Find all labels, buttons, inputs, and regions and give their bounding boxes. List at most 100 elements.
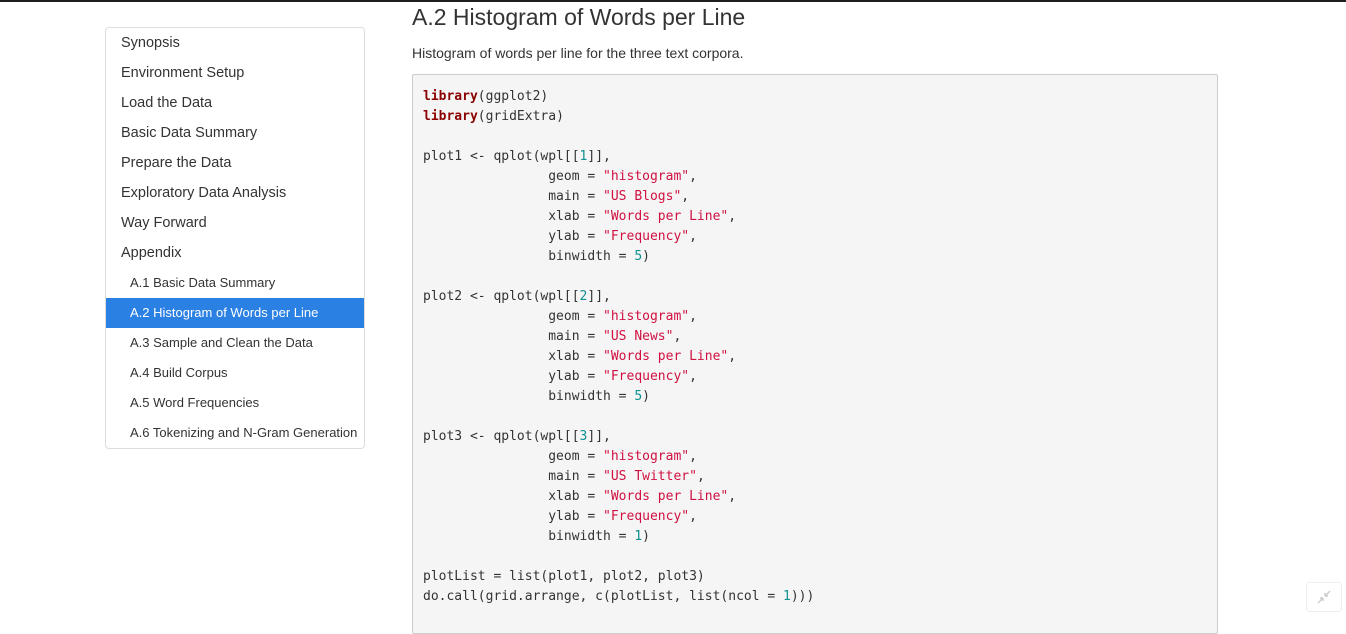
code-token: (ggplot2) xyxy=(477,89,549,104)
code-token: xlab = xyxy=(423,349,604,364)
code-token: plot2 <- qplot(wpl[[ xyxy=(423,289,580,304)
toc-item-a-6-tokenizing-and-n-gram-generation[interactable]: A.6 Tokenizing and N-Gram Generation xyxy=(106,418,364,448)
toc-item-a-1-basic-data-summary[interactable]: A.1 Basic Data Summary xyxy=(106,268,364,298)
toc-item-load-the-data[interactable]: Load the Data xyxy=(106,88,364,118)
code-token: "Frequency" xyxy=(603,509,690,524)
code-token: binwidth = xyxy=(423,249,635,264)
code-line: library(gridExtra) xyxy=(423,107,1207,127)
code-token: , xyxy=(689,369,697,384)
code-line: binwidth = 5) xyxy=(423,247,1207,267)
code-token: xlab = xyxy=(423,209,604,224)
code-token: library xyxy=(423,89,478,104)
code-line: plot1 <- qplot(wpl[[1]], xyxy=(423,147,1207,167)
code-line: main = "US Twitter", xyxy=(423,467,1207,487)
code-token: 1 xyxy=(783,589,791,604)
code-line: library(ggplot2) xyxy=(423,87,1207,107)
code-token: ]], xyxy=(587,289,611,304)
code-token: "Frequency" xyxy=(603,369,690,384)
code-line: ylab = "Frequency", xyxy=(423,227,1207,247)
code-token: , xyxy=(681,189,690,204)
top-bar xyxy=(0,0,1346,2)
toc-item-exploratory-data-analysis[interactable]: Exploratory Data Analysis xyxy=(106,178,364,208)
code-token: main = xyxy=(423,329,604,344)
code-line: do.call(grid.arrange, c(plotList, list(n… xyxy=(423,587,1207,607)
code-line: plot3 <- qplot(wpl[[3]], xyxy=(423,427,1207,447)
code-block: library(ggplot2) library(gridExtra) plot1 … xyxy=(412,74,1218,634)
toc-item-appendix[interactable]: Appendix xyxy=(106,238,364,268)
code-token: geom = xyxy=(423,169,604,184)
code-token: "US News" xyxy=(603,329,674,344)
code-token: ylab = xyxy=(423,509,604,524)
code-token: ]], xyxy=(587,429,611,444)
code-line: geom = "histogram", xyxy=(423,447,1207,467)
toc-item-a-2-histogram-of-words-per-line[interactable]: A.2 Histogram of Words per Line xyxy=(106,298,364,328)
code-token: main = xyxy=(423,189,604,204)
code-line: plot2 <- qplot(wpl[[2]], xyxy=(423,287,1207,307)
code-token: xlab = xyxy=(423,489,604,504)
code-token: "US Blogs" xyxy=(603,189,682,204)
code-token: , xyxy=(689,509,697,524)
section-description: Histogram of words per line for the thre… xyxy=(412,45,744,61)
code-token: do.call(grid.arrange, c(plotList, list(n… xyxy=(423,589,784,604)
code-token: "Words per Line" xyxy=(603,489,729,504)
code-line: main = "US Blogs", xyxy=(423,187,1207,207)
code-token: main = xyxy=(423,469,604,484)
toc-item-environment-setup[interactable]: Environment Setup xyxy=(106,58,364,88)
code-token: (gridExtra) xyxy=(477,109,564,124)
code-token: ))) xyxy=(790,589,815,604)
toc-item-basic-data-summary[interactable]: Basic Data Summary xyxy=(106,118,364,148)
code-token: "Words per Line" xyxy=(603,349,729,364)
code-line: binwidth = 1) xyxy=(423,527,1207,547)
code-token: ) xyxy=(642,389,650,404)
code-token: geom = xyxy=(423,449,604,464)
code-token: ]], xyxy=(587,149,611,164)
code-line: plotList = list(plot1, plot2, plot3) xyxy=(423,567,1207,587)
toc-item-prepare-the-data[interactable]: Prepare the Data xyxy=(106,148,364,178)
code-token: , xyxy=(689,309,697,324)
code-token: , xyxy=(689,229,697,244)
code-token: ) xyxy=(642,249,650,264)
code-token: , xyxy=(689,449,697,464)
toc-item-a-4-build-corpus[interactable]: A.4 Build Corpus xyxy=(106,358,364,388)
code-line: geom = "histogram", xyxy=(423,307,1207,327)
code-token: , xyxy=(728,489,737,504)
code-token: 1 xyxy=(634,529,643,544)
code-token: "histogram" xyxy=(603,309,690,324)
toc-item-a-5-word-frequencies[interactable]: A.5 Word Frequencies xyxy=(106,388,364,418)
collapse-button[interactable] xyxy=(1306,582,1342,612)
code-line: binwidth = 5) xyxy=(423,387,1207,407)
code-token: , xyxy=(696,469,705,484)
code-token: ylab = xyxy=(423,229,604,244)
code-token: binwidth = xyxy=(423,529,635,544)
code-token: , xyxy=(728,209,737,224)
code-token: binwidth = xyxy=(423,389,635,404)
code-line: xlab = "Words per Line", xyxy=(423,347,1207,367)
code-token: geom = xyxy=(423,309,604,324)
toc-item-synopsis[interactable]: Synopsis xyxy=(106,28,364,58)
code-token: plot1 <- qplot(wpl[[ xyxy=(423,149,580,164)
code-token: "histogram" xyxy=(603,449,690,464)
toc-item-way-forward[interactable]: Way Forward xyxy=(106,208,364,238)
code-token: , xyxy=(673,329,682,344)
code-token: , xyxy=(728,349,737,364)
code-line: ylab = "Frequency", xyxy=(423,507,1207,527)
code-token: "US Twitter" xyxy=(603,469,697,484)
code-token: library xyxy=(423,109,478,124)
code-line: ylab = "Frequency", xyxy=(423,367,1207,387)
code-token: plot3 <- qplot(wpl[[ xyxy=(423,429,580,444)
code-line: geom = "histogram", xyxy=(423,167,1207,187)
code-token: "Words per Line" xyxy=(603,209,729,224)
table-of-contents: Synopsis Environment Setup Load the Data Ba… xyxy=(105,27,365,449)
collapse-arrows-icon xyxy=(1317,590,1331,604)
toc-item-a-3-sample-and-clean-the-data[interactable]: A.3 Sample and Clean the Data xyxy=(106,328,364,358)
code-token: "histogram" xyxy=(603,169,690,184)
section-title: A.2 Histogram of Words per Line xyxy=(412,4,746,30)
code-token: 5 xyxy=(634,389,643,404)
code-token: "Frequency" xyxy=(603,229,690,244)
code-line: xlab = "Words per Line", xyxy=(423,207,1207,227)
code-token: ylab = xyxy=(423,369,604,384)
